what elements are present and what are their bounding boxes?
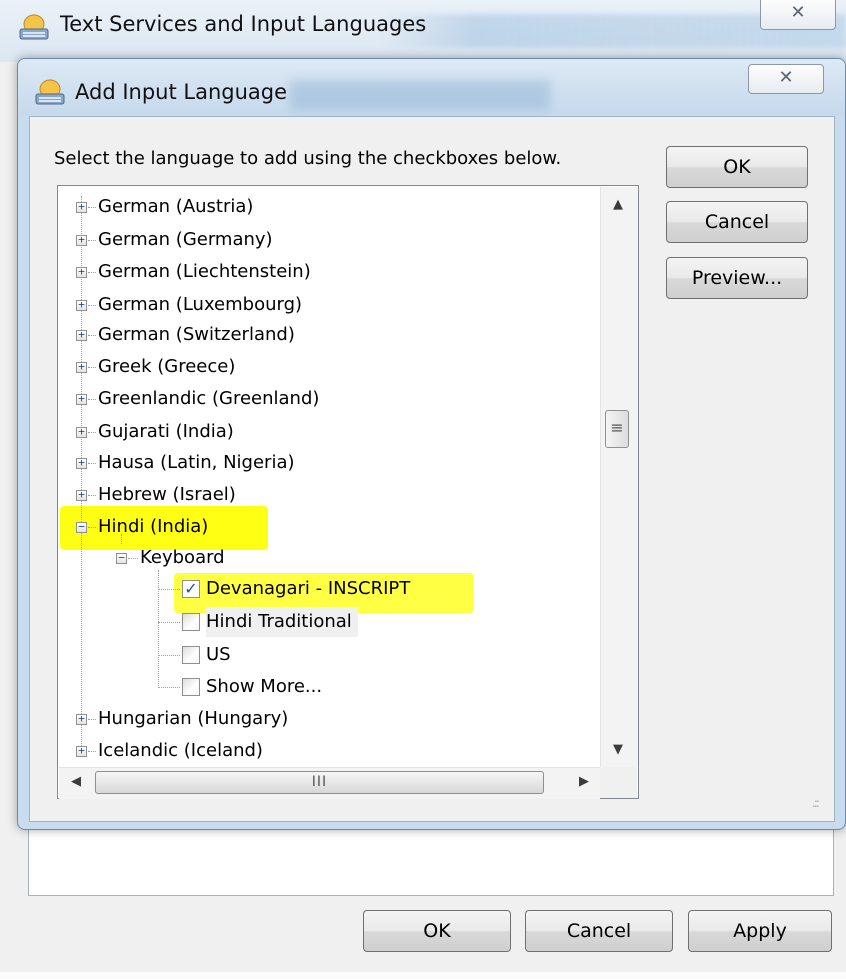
expand-icon[interactable]: + — [76, 393, 87, 405]
tree-root-line — [81, 196, 82, 756]
tree-item-label: German (Germany) — [98, 229, 273, 250]
tree-item-label: German (Liechtenstein) — [98, 261, 311, 282]
scroll-down-arrow-icon[interactable]: ▼ — [606, 742, 630, 757]
checkbox-checked[interactable]: ✓ — [182, 580, 200, 598]
expand-icon[interactable]: + — [76, 713, 87, 725]
tree-item-label: Hindi (India) — [98, 516, 209, 537]
keyboard-language-icon — [34, 77, 66, 107]
scroll-right-arrow-icon[interactable]: ▶ — [574, 774, 594, 789]
tree-item-label: Keyboard — [140, 547, 225, 568]
tree-item-label: Hungarian (Hungary) — [98, 708, 289, 729]
tree-item-label: German (Switzerland) — [98, 324, 295, 345]
scroll-left-arrow-icon[interactable]: ◀ — [66, 774, 86, 789]
layout-label: Hindi Traditional — [206, 607, 358, 637]
expand-icon[interactable]: + — [76, 426, 87, 438]
tree-item-label: Hebrew (Israel) — [98, 484, 236, 505]
tree-item-label: Greek (Greece) — [98, 356, 236, 377]
tree-item-label: Hausa (Latin, Nigeria) — [98, 452, 295, 473]
back-ok-button[interactable]: OK — [363, 910, 511, 952]
expand-icon[interactable]: + — [76, 457, 87, 469]
expand-icon[interactable]: + — [76, 234, 87, 246]
expand-icon[interactable]: + — [76, 329, 87, 341]
back-window-bottom-edge — [0, 972, 846, 979]
checkbox[interactable] — [182, 613, 200, 631]
dialog-preview-button[interactable]: Preview... — [666, 257, 808, 299]
back-window-title: Text Services and Input Languages — [60, 12, 427, 36]
expand-icon[interactable]: + — [76, 489, 87, 501]
dialog-close-button[interactable]: ✕ — [748, 64, 824, 94]
keyboard-language-icon — [18, 12, 50, 42]
scroll-up-arrow-icon[interactable]: ▲ — [606, 197, 630, 212]
checkbox[interactable] — [182, 646, 200, 664]
scrollbar-corner — [600, 767, 637, 798]
vertical-scrollbar[interactable] — [600, 187, 638, 767]
dialog-titlebar-background — [290, 80, 550, 110]
layout-label: US — [206, 644, 231, 665]
dialog-cancel-button[interactable]: Cancel — [666, 201, 808, 243]
tree-item-label: Greenlandic (Greenland) — [98, 388, 320, 409]
expand-icon[interactable]: + — [76, 299, 87, 311]
back-apply-button[interactable]: Apply — [688, 910, 832, 952]
tree-item-label: German (Luxembourg) — [98, 294, 303, 315]
back-window-close-button[interactable]: ✕ — [760, 0, 836, 30]
layout-label: Show More... — [206, 676, 323, 697]
tree-item-label: German (Austria) — [98, 196, 254, 217]
collapse-icon[interactable]: − — [116, 552, 127, 564]
instruction-text: Select the language to add using the che… — [54, 148, 562, 169]
expand-icon[interactable]: + — [76, 266, 87, 278]
back-window-group-box — [28, 820, 834, 896]
resize-grip-icon[interactable]: .:: — [812, 796, 820, 810]
tree-item-label: Icelandic (Iceland) — [98, 740, 263, 761]
expand-icon[interactable]: + — [76, 201, 87, 213]
dialog-title: Add Input Language — [75, 80, 288, 104]
expand-icon[interactable]: + — [76, 361, 87, 373]
tree-item-label: Gujarati (India) — [98, 421, 234, 442]
checkbox[interactable] — [182, 678, 200, 696]
vertical-scroll-thumb[interactable]: ≡ — [605, 410, 629, 448]
layout-label: Devanagari - INSCRIPT — [206, 578, 411, 599]
collapse-icon[interactable]: − — [76, 521, 87, 533]
dialog-ok-button[interactable]: OK — [666, 146, 808, 188]
back-cancel-button[interactable]: Cancel — [525, 910, 673, 952]
expand-icon[interactable]: + — [76, 745, 87, 757]
horizontal-scroll-thumb[interactable]: III — [95, 771, 544, 794]
